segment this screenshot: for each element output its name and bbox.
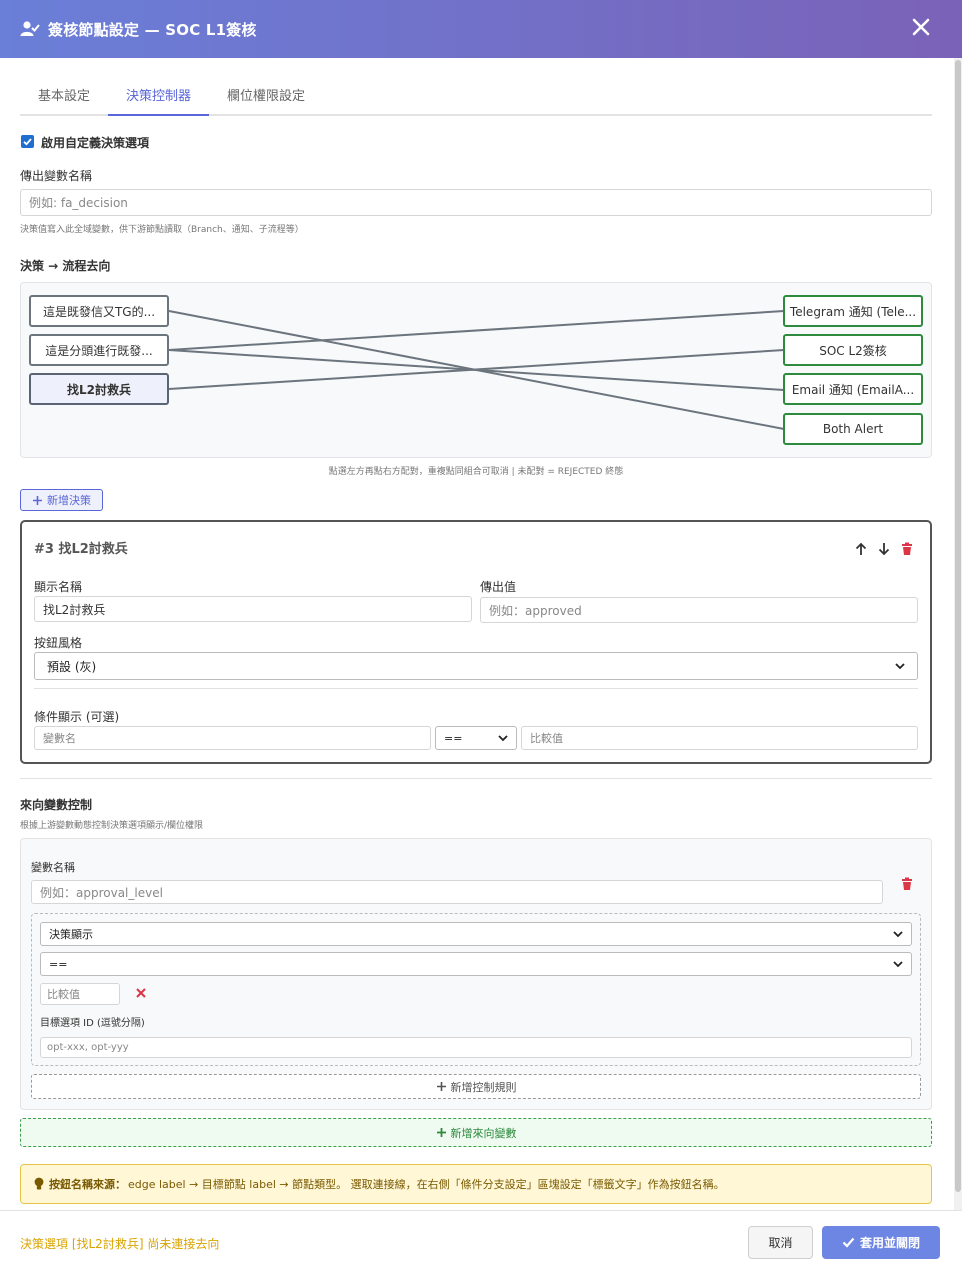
add-incoming-var-button[interactable]: 新增來向變數 bbox=[20, 1118, 932, 1147]
decision-node-selected[interactable]: 找L2討救兵 bbox=[29, 373, 169, 405]
add-decision-button[interactable]: 新增決策 bbox=[20, 489, 103, 511]
dialog-footer: 決策選項 [找L2討救兵] 尚未連接去向 取消 套用並關閉 bbox=[0, 1210, 962, 1272]
chevron-down-icon bbox=[893, 961, 903, 968]
target-node[interactable]: Telegram 通知 (Tele... bbox=[783, 295, 923, 327]
user-check-icon bbox=[20, 21, 40, 36]
arrow-up-icon[interactable] bbox=[854, 542, 868, 556]
rule-op-value: == bbox=[49, 957, 68, 971]
target-node[interactable]: Email 通知 (EmailA... bbox=[783, 373, 923, 405]
condition-op-value: == bbox=[444, 731, 463, 745]
trash-icon[interactable] bbox=[900, 877, 914, 891]
condition-var-input[interactable]: 變數名 bbox=[34, 726, 431, 750]
button-style-value: 預設 (灰) bbox=[47, 659, 97, 674]
note-text: edge label → 目標節點 label → 節點類型。 選取連接線，在右… bbox=[128, 1178, 725, 1191]
connection-line[interactable] bbox=[168, 310, 785, 351]
display-name-input[interactable]: 找L2討救兵 bbox=[34, 596, 472, 622]
close-icon[interactable] bbox=[910, 16, 932, 38]
arrow-down-icon[interactable] bbox=[877, 542, 891, 556]
rule-type-value: 決策顯示 bbox=[49, 928, 93, 941]
plus-icon bbox=[33, 495, 42, 505]
tab-basic-settings[interactable]: 基本設定 bbox=[20, 78, 108, 116]
control-rule-box: 決策顯示 == 比較值 目標選項 ID (逗號分隔) opt-xxx, opt-… bbox=[31, 913, 921, 1066]
flow-section-title: 決策 → 流程去向 bbox=[20, 259, 111, 273]
target-node[interactable]: SOC L2簽核 bbox=[783, 334, 923, 366]
enable-custom-label: 啟用自定義決策選項 bbox=[41, 136, 150, 150]
button-name-note: 按鈕名稱來源： edge label → 目標節點 label → 節點類型。 … bbox=[20, 1164, 932, 1204]
add-control-rule-label: 新增控制規則 bbox=[450, 1080, 517, 1094]
condition-value-input[interactable]: 比較值 bbox=[521, 726, 918, 750]
section-divider bbox=[20, 778, 932, 779]
footer-warning: 決策選項 [找L2討救兵] 尚未連接去向 bbox=[20, 1237, 220, 1251]
condition-label: 條件顯示 (可選) bbox=[34, 710, 120, 724]
incoming-section-title: 來向變數控制 bbox=[20, 798, 93, 812]
add-decision-label: 新增決策 bbox=[47, 494, 91, 507]
cancel-button[interactable]: 取消 bbox=[748, 1226, 813, 1259]
apply-close-label: 套用並關閉 bbox=[859, 1236, 920, 1250]
add-control-rule-button[interactable]: 新增控制規則 bbox=[31, 1074, 921, 1099]
tab-field-permissions[interactable]: 欄位權限設定 bbox=[209, 78, 323, 116]
decision-card-title: #3 找L2討救兵 bbox=[34, 542, 128, 557]
target-options-label: 目標選項 ID (逗號分隔) bbox=[40, 1018, 145, 1029]
tab-bar: 基本設定 決策控制器 欄位權限設定 bbox=[20, 78, 932, 116]
chevron-down-icon bbox=[498, 735, 508, 742]
condition-op-select[interactable]: == bbox=[435, 726, 517, 750]
rule-value-input[interactable]: 比較值 bbox=[40, 983, 120, 1005]
rule-type-select[interactable]: 決策顯示 bbox=[40, 922, 912, 946]
button-style-select[interactable]: 預設 (灰) bbox=[34, 652, 918, 680]
dialog-header: 簽核節點設定 — SOC L1簽核 bbox=[0, 0, 962, 58]
dialog-title: 簽核節點設定 — SOC L1簽核 bbox=[48, 20, 257, 39]
trash-icon[interactable] bbox=[900, 542, 914, 556]
tab-decision-controller[interactable]: 決策控制器 bbox=[108, 78, 210, 116]
plus-icon bbox=[436, 1128, 446, 1137]
display-name-label: 顯示名稱 bbox=[34, 580, 83, 594]
var-name-input[interactable]: 例如：approval_level bbox=[31, 880, 883, 904]
lightbulb-icon bbox=[34, 1177, 44, 1190]
output-var-input[interactable]: 例如: fa_decision bbox=[20, 189, 932, 216]
output-value-input[interactable]: 例如：approved bbox=[480, 597, 918, 623]
decision-node[interactable]: 這是既發信又TG的... bbox=[29, 295, 169, 327]
output-value-label: 傳出值 bbox=[480, 580, 517, 594]
plus-icon bbox=[436, 1082, 446, 1091]
chevron-down-icon bbox=[893, 931, 903, 938]
output-var-hint: 決策值寫入此全域變數，供下游節點讀取（Branch、通知、子流程等） bbox=[20, 225, 304, 235]
apply-close-button[interactable]: 套用並關閉 bbox=[822, 1226, 940, 1259]
flow-hint: 點選左方再點右方配對，重複點同組合可取消 | 未配對 = REJECTED 終態 bbox=[328, 467, 624, 477]
note-bold: 按鈕名稱來源： bbox=[49, 1178, 126, 1191]
target-options-input[interactable]: opt-xxx, opt-yyy bbox=[40, 1037, 912, 1058]
enable-custom-checkbox[interactable] bbox=[21, 135, 34, 148]
target-node[interactable]: Both Alert bbox=[783, 413, 923, 445]
check-icon bbox=[23, 138, 32, 146]
add-incoming-var-label: 新增來向變數 bbox=[450, 1126, 517, 1140]
remove-icon[interactable] bbox=[135, 987, 147, 999]
incoming-var-panel: 變數名稱 例如：approval_level 決策顯示 == 比較值 目標選項 … bbox=[20, 838, 932, 1110]
scrollbar-thumb[interactable] bbox=[955, 60, 961, 1192]
check-icon bbox=[842, 1237, 855, 1248]
var-name-label: 變數名稱 bbox=[31, 861, 75, 874]
chevron-down-icon bbox=[895, 663, 905, 670]
card-divider bbox=[34, 688, 918, 689]
button-style-label: 按鈕風格 bbox=[34, 636, 83, 650]
flow-mapping-canvas[interactable]: 這是既發信又TG的... 這是分頭進行既發... 找L2討救兵 Telegram… bbox=[20, 282, 932, 458]
rule-op-select[interactable]: == bbox=[40, 952, 912, 976]
output-var-label: 傳出變數名稱 bbox=[20, 169, 93, 183]
decision-card: #3 找L2討救兵 顯示名稱 找L2討救兵 傳出值 例如：approved 按鈕… bbox=[20, 520, 932, 764]
decision-node[interactable]: 這是分頭進行既發... bbox=[29, 334, 169, 366]
incoming-hint: 根據上游變數動態控制決策選項顯示/欄位權限 bbox=[20, 821, 204, 831]
